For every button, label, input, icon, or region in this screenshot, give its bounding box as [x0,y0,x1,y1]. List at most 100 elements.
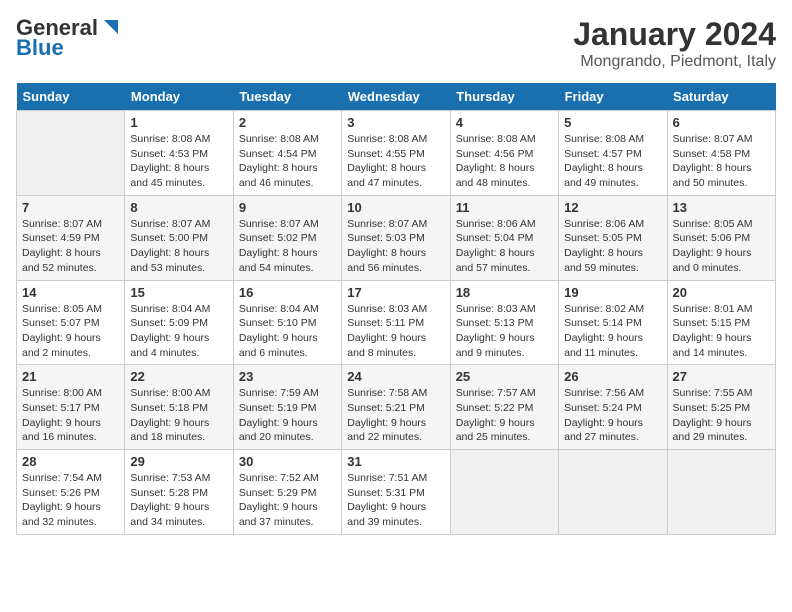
calendar-table: SundayMondayTuesdayWednesdayThursdayFrid… [16,83,776,535]
day-info: Sunrise: 8:08 AMSunset: 4:57 PMDaylight:… [564,132,661,191]
day-number: 23 [239,369,336,384]
day-number: 5 [564,115,661,130]
day-info: Sunrise: 7:56 AMSunset: 5:24 PMDaylight:… [564,386,661,445]
day-number: 17 [347,285,444,300]
day-info: Sunrise: 8:07 AMSunset: 4:58 PMDaylight:… [673,132,770,191]
day-number: 10 [347,200,444,215]
col-header-friday: Friday [559,83,667,111]
calendar-cell: 12 Sunrise: 8:06 AMSunset: 5:05 PMDayligh… [559,195,667,280]
calendar-week-row: 21 Sunrise: 8:00 AMSunset: 5:17 PMDayligh… [17,365,776,450]
calendar-cell: 31 Sunrise: 7:51 AMSunset: 5:31 PMDayligh… [342,450,450,535]
day-info: Sunrise: 7:58 AMSunset: 5:21 PMDaylight:… [347,386,444,445]
calendar-cell: 2 Sunrise: 8:08 AMSunset: 4:54 PMDaylight… [233,111,341,196]
day-info: Sunrise: 8:05 AMSunset: 5:06 PMDaylight:… [673,217,770,276]
logo-arrow-icon [100,16,122,38]
day-number: 24 [347,369,444,384]
calendar-cell: 5 Sunrise: 8:08 AMSunset: 4:57 PMDaylight… [559,111,667,196]
calendar-cell [17,111,125,196]
day-number: 6 [673,115,770,130]
day-number: 2 [239,115,336,130]
calendar-cell: 27 Sunrise: 7:55 AMSunset: 5:25 PMDayligh… [667,365,775,450]
calendar-cell: 22 Sunrise: 8:00 AMSunset: 5:18 PMDayligh… [125,365,233,450]
day-info: Sunrise: 8:08 AMSunset: 4:55 PMDaylight:… [347,132,444,191]
day-number: 8 [130,200,227,215]
day-number: 3 [347,115,444,130]
day-info: Sunrise: 8:08 AMSunset: 4:54 PMDaylight:… [239,132,336,191]
calendar-title-block: January 2024 Mongrando, Piedmont, Italy [573,16,776,71]
calendar-cell: 15 Sunrise: 8:04 AMSunset: 5:09 PMDayligh… [125,280,233,365]
calendar-cell [450,450,558,535]
calendar-cell: 4Sunrise: 8:08 AMSunset: 4:56 PMDaylight… [450,111,558,196]
calendar-week-row: 1 Sunrise: 8:08 AMSunset: 4:53 PMDaylight… [17,111,776,196]
calendar-cell: 7 Sunrise: 8:07 AMSunset: 4:59 PMDaylight… [17,195,125,280]
day-info: Sunrise: 8:07 AMSunset: 4:59 PMDaylight:… [22,217,119,276]
day-info: Sunrise: 8:06 AMSunset: 5:05 PMDaylight:… [564,217,661,276]
day-number: 31 [347,454,444,469]
calendar-cell: 10 Sunrise: 8:07 AMSunset: 5:03 PMDayligh… [342,195,450,280]
day-number: 15 [130,285,227,300]
day-info: Sunrise: 8:07 AMSunset: 5:00 PMDaylight:… [130,217,227,276]
day-info: Sunrise: 8:04 AMSunset: 5:09 PMDaylight:… [130,302,227,361]
calendar-cell: 30Sunrise: 7:52 AMSunset: 5:29 PMDayligh… [233,450,341,535]
calendar-cell: 25Sunrise: 7:57 AMSunset: 5:22 PMDayligh… [450,365,558,450]
day-number: 9 [239,200,336,215]
logo: General Blue [16,16,122,60]
day-info: Sunrise: 8:05 AMSunset: 5:07 PMDaylight:… [22,302,119,361]
day-info: Sunrise: 8:00 AMSunset: 5:18 PMDaylight:… [130,386,227,445]
col-header-sunday: Sunday [17,83,125,111]
day-info: Sunrise: 8:08 AMSunset: 4:53 PMDaylight:… [130,132,227,191]
calendar-cell: 13 Sunrise: 8:05 AMSunset: 5:06 PMDayligh… [667,195,775,280]
col-header-thursday: Thursday [450,83,558,111]
day-number: 25 [456,369,553,384]
calendar-cell: 1 Sunrise: 8:08 AMSunset: 4:53 PMDaylight… [125,111,233,196]
calendar-cell: 29 Sunrise: 7:53 AMSunset: 5:28 PMDayligh… [125,450,233,535]
day-info: Sunrise: 7:54 AMSunset: 5:26 PMDaylight:… [22,471,119,530]
day-number: 21 [22,369,119,384]
col-header-saturday: Saturday [667,83,775,111]
day-info: Sunrise: 8:07 AMSunset: 5:03 PMDaylight:… [347,217,444,276]
day-info: Sunrise: 8:00 AMSunset: 5:17 PMDaylight:… [22,386,119,445]
day-info: Sunrise: 7:53 AMSunset: 5:28 PMDaylight:… [130,471,227,530]
day-number: 26 [564,369,661,384]
calendar-cell: 18 Sunrise: 8:03 AMSunset: 5:13 PMDayligh… [450,280,558,365]
day-info: Sunrise: 8:03 AMSunset: 5:11 PMDaylight:… [347,302,444,361]
day-number: 12 [564,200,661,215]
calendar-cell [667,450,775,535]
day-number: 19 [564,285,661,300]
day-info: Sunrise: 8:02 AMSunset: 5:14 PMDaylight:… [564,302,661,361]
day-number: 11 [456,200,553,215]
day-info: Sunrise: 8:06 AMSunset: 5:04 PMDaylight:… [456,217,553,276]
calendar-cell: 20Sunrise: 8:01 AMSunset: 5:15 PMDayligh… [667,280,775,365]
calendar-cell: 26 Sunrise: 7:56 AMSunset: 5:24 PMDayligh… [559,365,667,450]
calendar-cell [559,450,667,535]
day-number: 20 [673,285,770,300]
col-header-monday: Monday [125,83,233,111]
day-info: Sunrise: 7:59 AMSunset: 5:19 PMDaylight:… [239,386,336,445]
day-number: 18 [456,285,553,300]
day-number: 29 [130,454,227,469]
day-number: 7 [22,200,119,215]
day-number: 22 [130,369,227,384]
day-info: Sunrise: 7:51 AMSunset: 5:31 PMDaylight:… [347,471,444,530]
day-number: 13 [673,200,770,215]
day-number: 27 [673,369,770,384]
calendar-cell: 6 Sunrise: 8:07 AMSunset: 4:58 PMDaylight… [667,111,775,196]
calendar-cell: 16Sunrise: 8:04 AMSunset: 5:10 PMDayligh… [233,280,341,365]
day-info: Sunrise: 8:07 AMSunset: 5:02 PMDaylight:… [239,217,336,276]
calendar-week-row: 7 Sunrise: 8:07 AMSunset: 4:59 PMDaylight… [17,195,776,280]
logo-blue: Blue [16,36,122,60]
calendar-cell: 14 Sunrise: 8:05 AMSunset: 5:07 PMDayligh… [17,280,125,365]
calendar-cell: 3 Sunrise: 8:08 AMSunset: 4:55 PMDaylight… [342,111,450,196]
calendar-cell: 24 Sunrise: 7:58 AMSunset: 5:21 PMDayligh… [342,365,450,450]
day-info: Sunrise: 7:55 AMSunset: 5:25 PMDaylight:… [673,386,770,445]
day-info: Sunrise: 8:03 AMSunset: 5:13 PMDaylight:… [456,302,553,361]
page-header: General Blue January 2024 Mongrando, Pie… [16,16,776,71]
day-number: 14 [22,285,119,300]
calendar-week-row: 14 Sunrise: 8:05 AMSunset: 5:07 PMDayligh… [17,280,776,365]
calendar-cell: 21 Sunrise: 8:00 AMSunset: 5:17 PMDayligh… [17,365,125,450]
day-number: 28 [22,454,119,469]
calendar-cell: 9 Sunrise: 8:07 AMSunset: 5:02 PMDaylight… [233,195,341,280]
calendar-cell: 17 Sunrise: 8:03 AMSunset: 5:11 PMDayligh… [342,280,450,365]
calendar-title: January 2024 [573,16,776,53]
day-number: 1 [130,115,227,130]
